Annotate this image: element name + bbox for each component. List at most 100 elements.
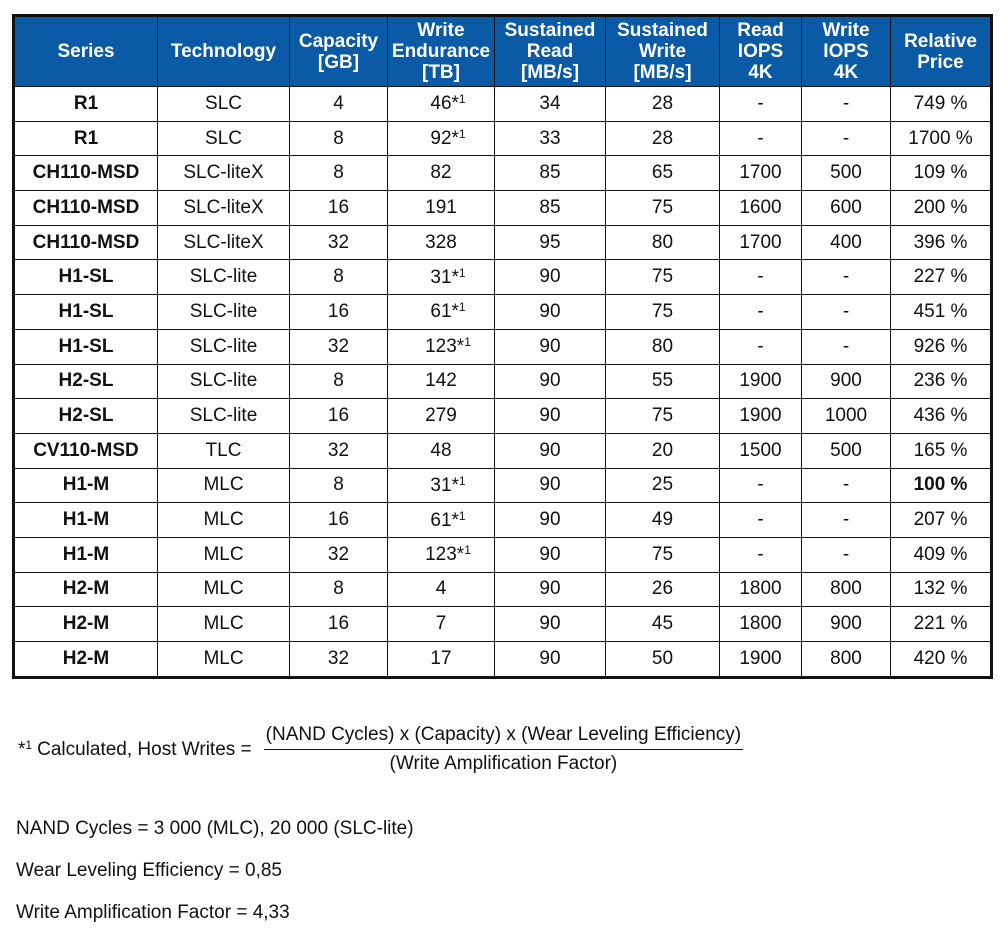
endurance-value: 4 bbox=[435, 578, 447, 600]
relative-price-cell: 749 % bbox=[890, 86, 992, 122]
column-header-line: 4K bbox=[748, 62, 773, 83]
formula-numerator: (NAND Cycles) x (Capacity) x (Wear Level… bbox=[263, 724, 744, 750]
technology-cell: TLC bbox=[157, 432, 290, 469]
column-header-line: IOPS bbox=[737, 41, 784, 62]
sustained-read-cell: 85 bbox=[494, 190, 606, 226]
column-header-line: 4K bbox=[833, 62, 859, 83]
table-row: H2-SL SLC-lite 8 142 90 55 1900 900 236 % bbox=[13, 363, 992, 400]
capacity-cell: 16 bbox=[289, 398, 388, 434]
sustained-read-cell: 90 bbox=[494, 363, 606, 400]
capacity-cell: 32 bbox=[289, 224, 388, 261]
column-header: Write Endurance [TB] bbox=[387, 15, 495, 87]
endurance-value: 48 bbox=[430, 439, 452, 461]
relative-price-cell: 227 % bbox=[890, 259, 992, 296]
series-cell: H2-M bbox=[13, 571, 158, 608]
table-row: H1-M MLC 8 31*1 90 25- -100 % bbox=[13, 467, 992, 504]
sustained-read-cell: 90 bbox=[494, 328, 606, 365]
note-wear-leveling: Wear Leveling Efficiency = 0,85 bbox=[16, 860, 282, 881]
relative-price-cell: 165 % bbox=[890, 432, 992, 469]
sustained-write-cell: 75 bbox=[605, 536, 720, 573]
capacity-cell: 32 bbox=[289, 432, 388, 469]
endurance-value: 142 bbox=[425, 370, 457, 392]
technology-cell: SLC-liteX bbox=[157, 190, 290, 226]
column-header: Relative Price bbox=[890, 15, 992, 87]
relative-price-cell: 436 % bbox=[890, 398, 992, 434]
sustained-read-cell: 90 bbox=[494, 571, 606, 608]
relative-price-cell: 420 % bbox=[890, 641, 992, 678]
write-iops-cell: 1000 bbox=[801, 398, 891, 434]
column-header-line: Endurance bbox=[391, 41, 491, 62]
endurance-value: 123 bbox=[425, 544, 457, 566]
sustained-read-cell: 90 bbox=[494, 467, 606, 504]
footnote-ref: *1 bbox=[451, 127, 466, 150]
table-row: H1-SL SLC-lite 32 123*1 90 80- -926 % bbox=[13, 328, 992, 365]
sustained-write-cell: 80 bbox=[605, 224, 720, 261]
relative-price-cell: 207 % bbox=[890, 502, 992, 538]
column-header-line: Technology bbox=[170, 41, 277, 62]
column-header: Read IOPS 4K bbox=[719, 15, 802, 87]
write-iops-cell: - bbox=[801, 467, 891, 504]
technology-cell: MLC bbox=[157, 502, 290, 538]
read-iops-cell: - bbox=[719, 328, 802, 365]
technology-cell: MLC bbox=[157, 467, 290, 504]
relative-price-cell: 926 % bbox=[890, 328, 992, 365]
read-iops-cell: 1900 bbox=[719, 641, 802, 678]
capacity-cell: 8 bbox=[289, 259, 388, 296]
endurance-value: 279 bbox=[425, 405, 457, 427]
footnote-ref: *1 bbox=[451, 508, 466, 531]
endurance-value: 328 bbox=[425, 231, 457, 253]
endurance-cell: 142 bbox=[387, 363, 495, 400]
technology-cell: SLC-liteX bbox=[157, 224, 290, 261]
sustained-read-cell: 90 bbox=[494, 641, 606, 678]
sustained-write-cell: 28 bbox=[605, 86, 720, 122]
column-header-line: Relative bbox=[904, 30, 977, 52]
table-row: R1 SLC 8 92*1 33 28- -1700 % bbox=[13, 120, 992, 157]
relative-price-cell: 132 % bbox=[890, 571, 992, 608]
table-row: R1 SLC 4 46*1 34 28- -749 % bbox=[13, 86, 992, 122]
series-cell: H1-SL bbox=[13, 328, 158, 365]
endurance-cell: 328 bbox=[387, 224, 495, 261]
sustained-read-cell: 90 bbox=[494, 294, 606, 330]
column-header-line: [MB/s] bbox=[520, 62, 580, 83]
sustained-read-cell: 90 bbox=[494, 502, 606, 538]
table-row: CH110-MSD SLC-liteX 8 82 85 65 1700 500 109 % bbox=[13, 155, 992, 192]
sustained-write-cell: 49 bbox=[605, 502, 720, 538]
column-header-line: Read bbox=[526, 41, 574, 62]
endurance-cell: 7 bbox=[387, 606, 495, 642]
column-header: Series bbox=[13, 15, 158, 87]
endurance-cell: 123*1 bbox=[387, 328, 495, 365]
footnote-ref: *1 bbox=[456, 335, 471, 358]
column-header-line: Write bbox=[822, 20, 870, 41]
technology-cell: SLC-lite bbox=[157, 294, 290, 330]
sustained-write-cell: 20 bbox=[605, 432, 720, 469]
column-header-line: Sustained bbox=[617, 20, 708, 41]
series-cell: CH110-MSD bbox=[13, 155, 158, 192]
sustained-write-cell: 75 bbox=[605, 259, 720, 296]
capacity-cell: 16 bbox=[289, 606, 388, 642]
column-header-line: Capacity bbox=[298, 30, 379, 52]
sustained-write-cell: 26 bbox=[605, 571, 720, 608]
table-row: H1-M MLC 32 123*1 90 75- -409 % bbox=[13, 536, 992, 573]
endurance-cell: 191 bbox=[387, 190, 495, 226]
table-row: CH110-MSD SLC-liteX 16 191 85 75 1600 600 200 % bbox=[13, 190, 992, 226]
technology-cell: SLC bbox=[157, 86, 290, 122]
column-header-line: Write bbox=[638, 41, 687, 62]
write-iops-cell: 800 bbox=[801, 571, 891, 608]
table-row: H1-SL SLC-lite 16 61*1 90 75- -451 % bbox=[13, 294, 992, 330]
read-iops-cell: 1800 bbox=[719, 571, 802, 608]
endurance-value: 191 bbox=[425, 196, 457, 218]
endurance-cell: 17 bbox=[387, 641, 495, 678]
table-row: H1-M MLC 16 61*1 90 49- -207 % bbox=[13, 502, 992, 538]
endurance-cell: 31*1 bbox=[387, 467, 495, 504]
table-header-row: Series Technology Capacity [GB] Write Enduran… bbox=[13, 15, 992, 87]
formula-fraction: (NAND Cycles) x (Capacity) x (Wear Level… bbox=[263, 724, 744, 775]
sustained-write-cell: 45 bbox=[605, 606, 720, 642]
sustained-read-cell: 90 bbox=[494, 398, 606, 434]
read-iops-cell: - bbox=[719, 536, 802, 573]
endurance-value: 61 bbox=[430, 509, 452, 531]
table-row: H2-M MLC 8 4 90 26 1800 800 132 % bbox=[13, 571, 992, 608]
series-cell: H2-SL bbox=[13, 363, 158, 400]
capacity-cell: 16 bbox=[289, 294, 388, 330]
relative-price-cell: 396 % bbox=[890, 224, 992, 261]
sustained-write-cell: 50 bbox=[605, 641, 720, 678]
